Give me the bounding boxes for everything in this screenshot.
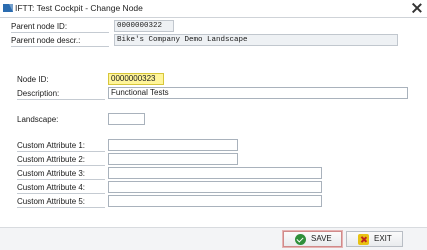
custom-attribute-2-label: Custom Attribute 2: bbox=[17, 154, 105, 166]
description-field[interactable]: Functional Tests bbox=[108, 87, 408, 99]
custom-attribute-3-field[interactable] bbox=[108, 167, 322, 179]
custom-attribute-3-label: Custom Attribute 3: bbox=[17, 168, 105, 180]
parent-node-descr-label: Parent node descr.: bbox=[11, 35, 109, 47]
custom-attribute-1-label: Custom Attribute 1: bbox=[17, 140, 105, 152]
node-id-field[interactable]: 0000000323 bbox=[108, 73, 164, 85]
save-button[interactable]: SAVE bbox=[282, 230, 343, 248]
exit-button-label: EXIT bbox=[374, 234, 392, 243]
cancel-icon bbox=[358, 234, 369, 245]
custom-attribute-1-field[interactable] bbox=[108, 139, 238, 151]
save-button-label: SAVE bbox=[311, 234, 332, 243]
parent-node-id-label: Parent node ID: bbox=[11, 21, 109, 33]
window-title: IFTT: Test Cockpit - Change Node bbox=[15, 3, 143, 13]
sap-logo-icon bbox=[3, 4, 13, 12]
check-icon bbox=[295, 234, 306, 245]
description-label: Description: bbox=[17, 88, 105, 100]
node-id-label: Node ID: bbox=[17, 75, 49, 84]
parent-node-id-field: 0000000322 bbox=[114, 20, 174, 32]
parent-node-descr-field: Bike's Company Demo Landscape bbox=[114, 34, 398, 46]
custom-attribute-5-field[interactable] bbox=[108, 195, 322, 207]
custom-attribute-5-label: Custom Attribute 5: bbox=[17, 196, 105, 208]
exit-button[interactable]: EXIT bbox=[346, 231, 403, 247]
close-icon[interactable] bbox=[410, 1, 424, 15]
title-bar: IFTT: Test Cockpit - Change Node bbox=[0, 0, 427, 17]
custom-attribute-4-field[interactable] bbox=[108, 181, 322, 193]
custom-attribute-2-field[interactable] bbox=[108, 153, 238, 165]
landscape-field[interactable] bbox=[108, 113, 145, 125]
dialog-content: Parent node ID: 0000000322 Parent node d… bbox=[0, 17, 427, 227]
dialog-footer: SAVE EXIT bbox=[0, 227, 427, 250]
custom-attribute-4-label: Custom Attribute 4: bbox=[17, 182, 105, 194]
landscape-label: Landscape: bbox=[17, 115, 59, 124]
